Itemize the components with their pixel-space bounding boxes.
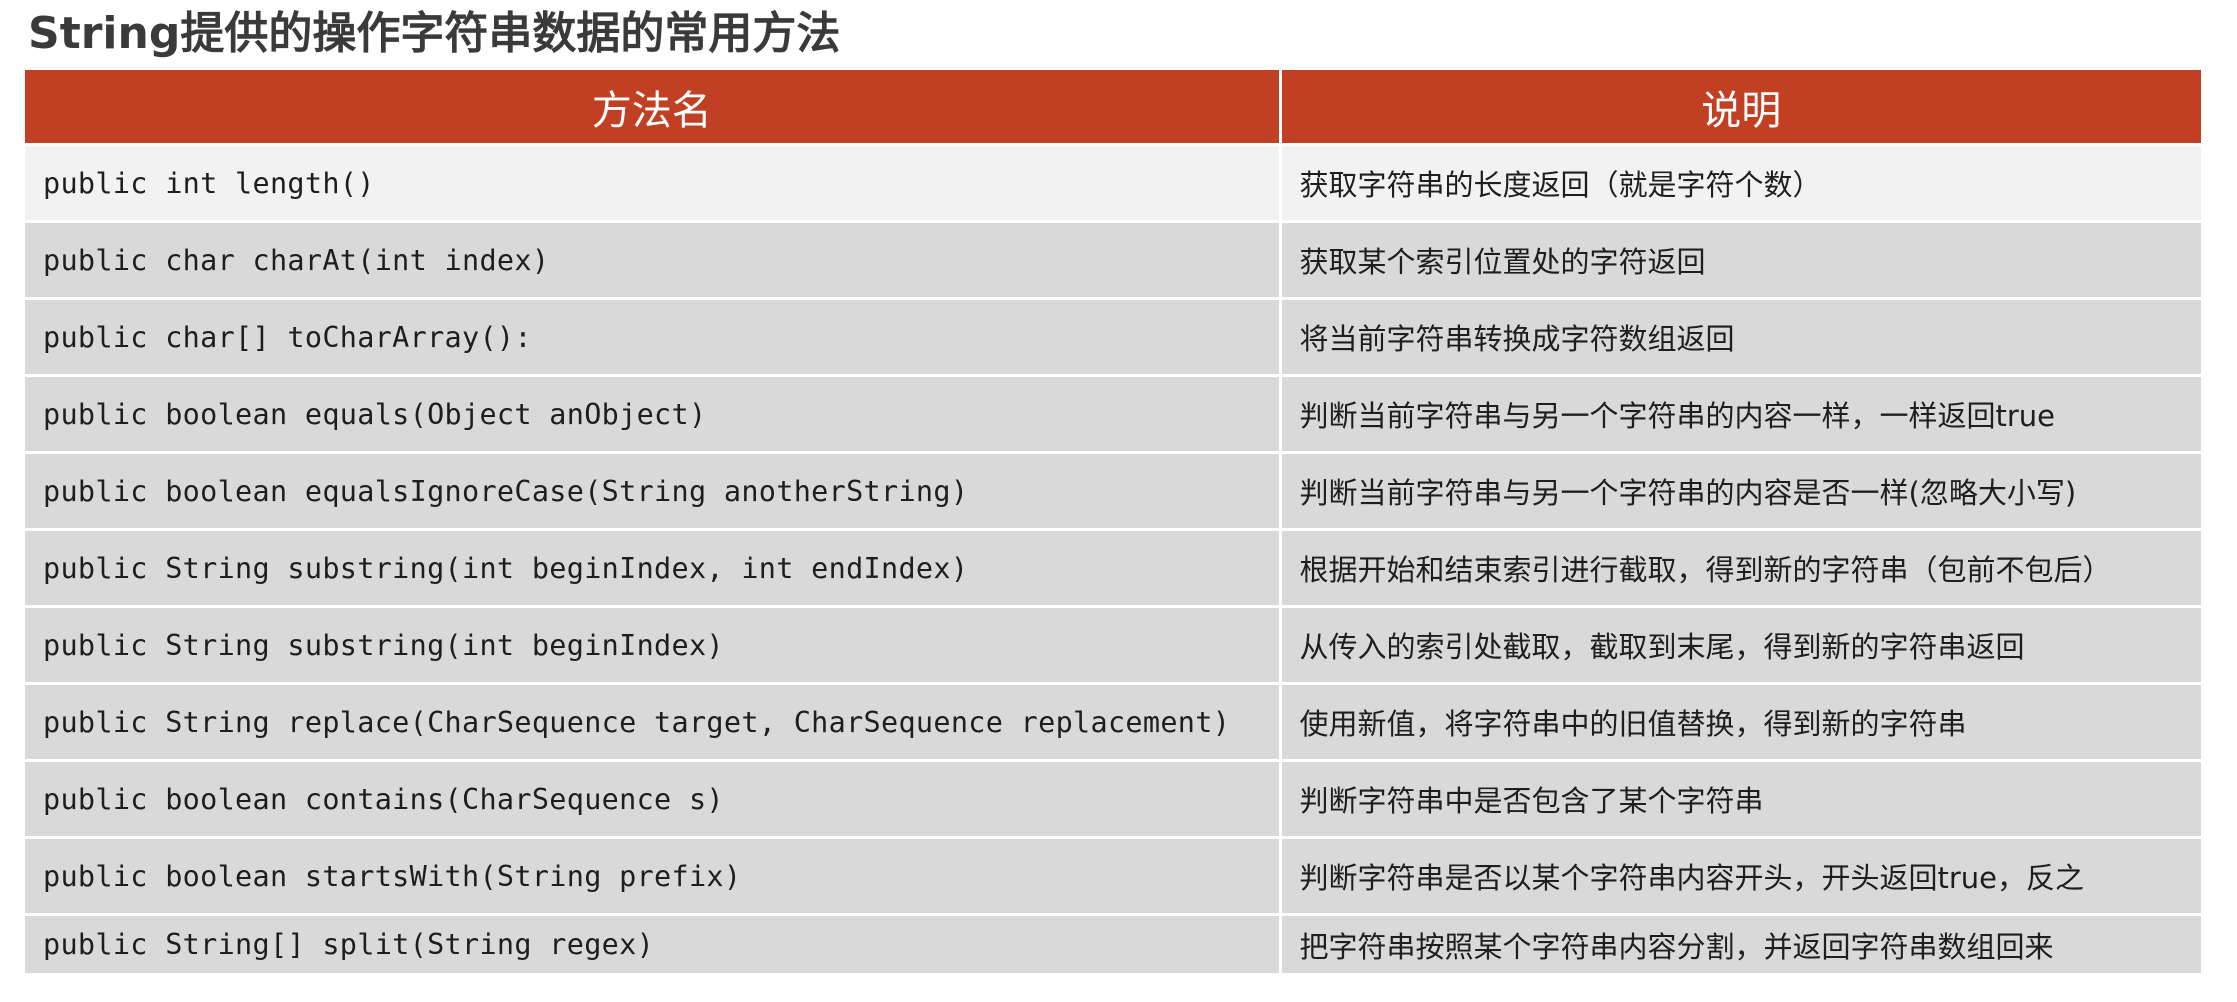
method-signature: public boolean equals(Object anObject) (25, 374, 1282, 453)
method-signature: public char charAt(int index) (25, 220, 1282, 299)
table-row: public boolean startsWith(String prefix)… (25, 836, 2201, 915)
method-description: 获取某个索引位置处的字符返回 (1280, 220, 2201, 299)
method-description: 判断字符串中是否包含了某个字符串 (1280, 759, 2201, 838)
table-row: public boolean equalsIgnoreCase(String a… (25, 451, 2201, 530)
method-description: 从传入的索引处截取，截取到末尾，得到新的字符串返回 (1280, 605, 2201, 684)
string-methods-table: 方法名 说明 public int length() 获取字符串的长度返回（就是… (25, 70, 2201, 973)
method-signature: public boolean contains(CharSequence s) (25, 759, 1282, 838)
header-row: 方法名 说明 (25, 70, 2201, 146)
method-signature: public boolean equalsIgnoreCase(String a… (25, 451, 1282, 530)
table-row: public char charAt(int index) 获取某个索引位置处的… (25, 220, 2201, 299)
method-description: 使用新值，将字符串中的旧值替换，得到新的字符串 (1280, 682, 2201, 761)
table-row: public String replace(CharSequence targe… (25, 682, 2201, 761)
table-row: public String[] split(String regex) 把字符串… (25, 913, 2201, 973)
method-description: 判断当前字符串与另一个字符串的内容一样，一样返回true (1280, 374, 2201, 453)
header-description: 说明 (1280, 70, 2201, 146)
table-row: public String substring(int beginIndex) … (25, 605, 2201, 684)
method-description: 把字符串按照某个字符串内容分割，并返回字符串数组回来 (1280, 913, 2201, 973)
method-description: 将当前字符串转换成字符数组返回 (1280, 297, 2201, 376)
method-description: 判断字符串是否以某个字符串内容开头，开头返回true，反之 (1280, 836, 2201, 915)
method-signature: public int length() (25, 144, 1282, 222)
table-body: public int length() 获取字符串的长度返回（就是字符个数） p… (25, 144, 2201, 973)
method-signature: public String substring(int beginIndex, … (25, 528, 1282, 607)
table-row: public boolean equals(Object anObject) 判… (25, 374, 2201, 453)
method-signature: public String replace(CharSequence targe… (25, 682, 1282, 761)
method-description: 获取字符串的长度返回（就是字符个数） (1280, 144, 2201, 222)
method-signature: public boolean startsWith(String prefix) (25, 836, 1282, 915)
method-description: 根据开始和结束索引进行截取，得到新的字符串（包前不包后） (1280, 528, 2201, 607)
method-description: 判断当前字符串与另一个字符串的内容是否一样(忽略大小写) (1280, 451, 2201, 530)
page-title: String提供的操作字符串数据的常用方法 (28, 8, 841, 59)
table-header: 方法名 说明 (25, 70, 2201, 146)
table-row: public boolean contains(CharSequence s) … (25, 759, 2201, 838)
table-row: public String substring(int beginIndex, … (25, 528, 2201, 607)
method-signature: public String[] split(String regex) (25, 913, 1282, 973)
method-signature: public String substring(int beginIndex) (25, 605, 1282, 684)
method-signature: public char[] toCharArray(): (25, 297, 1282, 376)
header-method-name: 方法名 (25, 70, 1282, 146)
table-row: public char[] toCharArray(): 将当前字符串转换成字符… (25, 297, 2201, 376)
table-row: public int length() 获取字符串的长度返回（就是字符个数） (25, 144, 2201, 222)
